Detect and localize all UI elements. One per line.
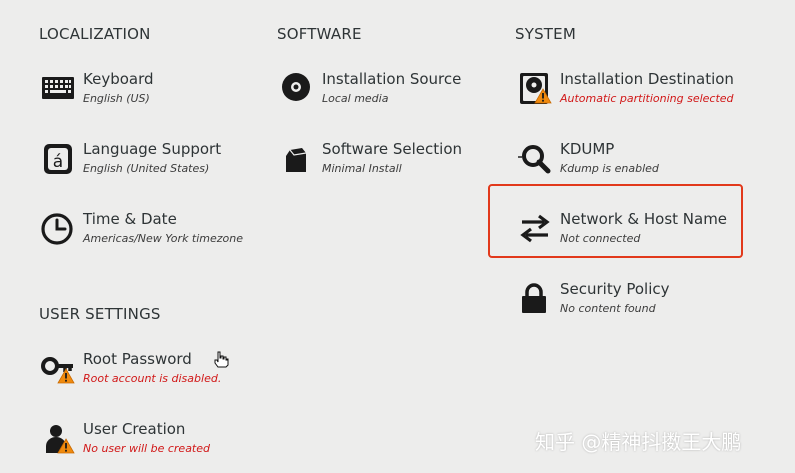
kdump-status: Kdump is enabled [560,162,659,175]
keyboard-spoke[interactable]: Keyboard English (US) [41,70,271,120]
installation-source-spoke[interactable]: Installation Source Local media [280,70,510,120]
root-password-spoke[interactable]: Root Password Root account is disabled. [41,350,271,400]
keyboard-title: Keyboard [83,70,154,88]
installation-destination-status: Automatic partitioning selected [560,92,734,105]
language-support-spoke[interactable]: á Language Support English (United State… [41,140,271,190]
installation-source-status: Local media [322,92,389,105]
keyboard-icon [41,72,75,106]
hand-cursor-icon [214,351,229,368]
security-policy-title: Security Policy [560,280,670,298]
installation-destination-spoke[interactable]: Installation Destination Automatic parti… [518,70,748,120]
time-date-spoke[interactable]: Time & Date Americas/New York timezone [41,210,271,260]
installation-source-title: Installation Source [322,70,462,88]
svg-text:á: á [53,152,63,172]
package-icon [280,142,314,176]
watermark: 知乎 @精神抖擞王大鹏 [535,430,742,454]
software-selection-status: Minimal Install [322,162,402,175]
keyboard-status: English (US) [83,92,150,105]
installation-destination-title: Installation Destination [560,70,734,88]
warning-icon [534,88,552,104]
security-policy-status: No content found [560,302,656,315]
network-host-name-status: Not connected [560,232,641,245]
user-creation-spoke[interactable]: User Creation No user will be created [41,420,271,470]
software-selection-spoke[interactable]: Software Selection Minimal Install [280,140,510,190]
software-selection-title: Software Selection [322,140,463,158]
user-creation-status: No user will be created [83,442,210,455]
language-support-status: English (United States) [83,162,210,175]
section-user-settings: USER SETTINGS [39,305,161,323]
warning-icon [57,368,75,384]
user-creation-title: User Creation [83,420,186,438]
section-localization: LOCALIZATION [39,25,151,43]
magnifier-icon [518,142,552,176]
root-password-title: Root Password [83,350,192,368]
kdump-title: KDUMP [560,140,615,158]
time-date-status: Americas/New York timezone [83,232,244,245]
section-software: SOFTWARE [277,25,362,43]
root-password-status: Root account is disabled. [83,372,222,385]
disc-icon [280,72,314,106]
network-arrows-icon [518,212,552,246]
warning-icon [57,438,75,454]
network-host-name-spoke[interactable]: Network & Host Name Not connected [518,210,748,260]
language-icon: á [41,142,75,176]
time-date-title: Time & Date [83,210,177,228]
network-host-name-title: Network & Host Name [560,210,728,228]
kdump-spoke[interactable]: KDUMP Kdump is enabled [518,140,748,190]
language-support-title: Language Support [83,140,222,158]
lock-icon [518,282,552,316]
clock-icon [41,212,75,246]
section-system: SYSTEM [515,25,576,43]
security-policy-spoke[interactable]: Security Policy No content found [518,280,748,330]
